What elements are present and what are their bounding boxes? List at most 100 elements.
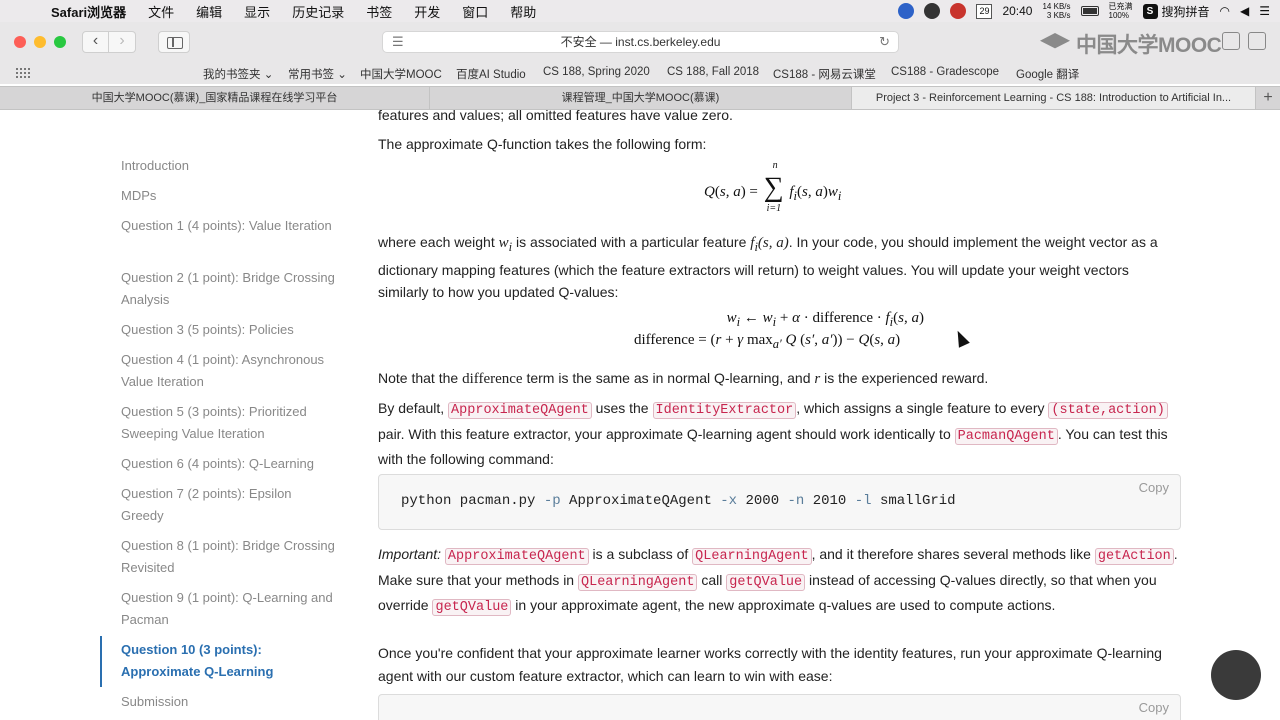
forward-button[interactable]: ›	[109, 31, 136, 53]
zoom-window-button[interactable]	[54, 36, 66, 48]
bookmark-cs188-netease[interactable]: CS188 - 网易云课堂	[773, 66, 876, 82]
menu-window[interactable]: 窗口	[451, 2, 499, 21]
sidebar-item-q2[interactable]: Question 2 (1 point): Bridge Crossing An…	[121, 267, 336, 311]
reload-icon[interactable]: ↻	[879, 32, 890, 52]
bookmark-ai-studio[interactable]: 百度AI Studio	[456, 66, 526, 82]
math-r: r	[814, 371, 821, 387]
sidebar-item-mdps[interactable]: MDPs	[121, 185, 336, 207]
minimize-window-button[interactable]	[34, 36, 46, 48]
close-window-button[interactable]	[14, 36, 26, 48]
mooc-logo-icon	[1040, 33, 1070, 49]
sidebar-item-q6[interactable]: Question 6 (4 points): Q-Learning	[121, 453, 336, 475]
copy-button-2[interactable]: Copy	[1139, 700, 1169, 715]
command-code-block: python pacman.py -p ApproximateQAgent -x…	[378, 474, 1181, 530]
battery-status: 已充满	[1108, 2, 1133, 11]
sidebar-item-q7[interactable]: Question 7 (2 points): Epsilon Greedy	[121, 483, 336, 527]
main-content: features and values; all omitted feature…	[378, 107, 1183, 720]
macos-menu-bar: Safari浏览器 文件 编辑 显示 历史记录 书签 开发 窗口 帮助 29 2…	[0, 0, 1280, 22]
network-speed: 14 KB/s 3 KB/s	[1042, 2, 1070, 20]
important-text-d: call	[701, 571, 723, 588]
important-text-f: in your approximate agent, the new appro…	[515, 597, 1056, 613]
weights-text-b: is associated with a particular feature	[516, 234, 747, 250]
menu-help[interactable]: 帮助	[499, 2, 547, 21]
reader-mode-icon[interactable]: ☰	[392, 32, 404, 52]
sidebar-item-q5[interactable]: Question 5 (3 points): Prioritized Sweep…	[121, 401, 336, 445]
cmd-arg-layout: smallGrid	[871, 493, 956, 509]
floating-action-button[interactable]	[1211, 650, 1261, 700]
sidebar-toggle-icon[interactable]	[158, 31, 190, 53]
mooc-watermark: 中国大学MOOC	[1040, 29, 1222, 59]
pen-tool-icon[interactable]	[924, 3, 941, 19]
update-formula-difference: difference = (r + γ maxa′ Q (s′, a′)) − …	[634, 332, 901, 351]
code-pacman-q-agent: PacmanQAgent	[954, 427, 1058, 445]
favorites-grid-icon[interactable]	[16, 68, 30, 78]
nav-buttons: ‹ ›	[82, 31, 136, 53]
menu-view[interactable]: 显示	[233, 2, 281, 21]
back-button[interactable]: ‹	[82, 31, 109, 53]
sidebar-item-introduction[interactable]: Introduction	[121, 155, 336, 177]
clock-time[interactable]: 20:40	[1002, 4, 1032, 18]
code-get-action: getAction	[1094, 548, 1174, 565]
url-text: 不安全 — inst.cs.berkeley.edu	[560, 35, 721, 49]
bookmark-mooc[interactable]: 中国大学MOOC	[360, 66, 442, 82]
bookmark-common[interactable]: 常用书签 ⌄	[288, 66, 347, 82]
menu-edit[interactable]: 编辑	[185, 2, 233, 21]
safari-toolbar: ‹ › ☰ 不安全 — inst.cs.berkeley.edu ↻ 中国大学M…	[0, 22, 1280, 62]
sidebar-item-q8[interactable]: Question 8 (1 point): Bridge Crossing Re…	[121, 535, 336, 579]
sidebar-item-q1[interactable]: Question 1 (4 points): Value Iteration	[121, 215, 336, 237]
new-tab-button[interactable]: +	[1256, 87, 1280, 109]
weights-text-a: where each weight	[378, 234, 495, 250]
code-get-q-value-2: getQValue	[432, 599, 512, 616]
menu-app-name[interactable]: Safari浏览器	[40, 2, 137, 21]
bookmarks-bar: 我的书签夹 ⌄ 常用书签 ⌄ 中国大学MOOC 百度AI Studio CS 1…	[0, 62, 1280, 84]
window-controls	[14, 36, 66, 48]
calendar-icon[interactable]: 29	[976, 3, 993, 19]
sidebar-item-q10[interactable]: Question 10 (3 points): Approximate Q-Le…	[121, 639, 336, 683]
ime-label: 搜狗拼音	[1161, 4, 1210, 19]
address-bar[interactable]: ☰ 不安全 — inst.cs.berkeley.edu ↻	[382, 31, 899, 53]
wifi-icon[interactable]: ◠	[1220, 4, 1230, 18]
code-state-action: (state,action)	[1048, 402, 1168, 419]
record-icon[interactable]	[950, 3, 967, 19]
sidebar-item-submission[interactable]: Submission	[121, 691, 336, 713]
menu-file[interactable]: 文件	[137, 2, 185, 21]
paragraph-default-extractor: By default, ApproximateQAgent uses the I…	[378, 397, 1178, 471]
tabs-overview-icon[interactable]	[1248, 32, 1266, 50]
default-text-a: By default,	[378, 400, 445, 416]
sidebar-item-q3[interactable]: Question 3 (5 points): Policies	[121, 319, 336, 341]
sidebar-item-q4[interactable]: Question 4 (1 point): Asynchronous Value…	[121, 349, 336, 393]
sidebar-item-q9[interactable]: Question 9 (1 point): Q-Learning and Pac…	[121, 587, 336, 631]
menu-bookmarks[interactable]: 书签	[355, 2, 403, 21]
copy-button[interactable]: Copy	[1139, 480, 1169, 495]
paragraph-q-function-intro: The approximate Q-function takes the fol…	[378, 136, 707, 152]
command-text[interactable]: python pacman.py -p ApproximateQAgent -x…	[401, 493, 956, 509]
bookmark-google-translate[interactable]: Google 翻译	[1016, 66, 1079, 82]
control-center-icon[interactable]: ☰	[1259, 4, 1270, 18]
math-wi: wi	[498, 235, 513, 254]
code-get-q-value: getQValue	[726, 573, 806, 591]
share-icon[interactable]	[1222, 32, 1240, 50]
note-text-a: Note that the	[378, 370, 459, 386]
menu-develop[interactable]: 开发	[403, 2, 451, 21]
toolbar-right-buttons	[1222, 32, 1266, 50]
bookmark-cs188-gradescope[interactable]: CS188 - Gradescope	[891, 66, 999, 78]
bookmark-cs188-fall2018[interactable]: CS 188, Fall 2018	[667, 66, 759, 78]
code-q-learning-agent: QLearningAgent	[692, 548, 812, 565]
math-fi: fi(s, a)	[750, 235, 789, 254]
project-sidebar-nav: Introduction MDPs Question 1 (4 points):…	[100, 110, 350, 720]
menu-history[interactable]: 历史记录	[281, 2, 355, 21]
volume-icon[interactable]: ◀	[1240, 4, 1249, 18]
code-q-learning-agent-2: QLearningAgent	[578, 573, 698, 591]
bluetooth-icon[interactable]	[898, 3, 915, 19]
net-up: 14 KB/s	[1042, 2, 1071, 11]
battery-text: 已充满 100%	[1109, 2, 1133, 20]
battery-icon[interactable]	[1080, 6, 1099, 16]
paragraph-custom-extractor: Once you're confident that your approxim…	[378, 645, 1162, 684]
bookmark-my-folder[interactable]: 我的书签夹 ⌄	[203, 66, 273, 82]
q-function-formula: Q(s, a) = ∑ n i=1 fi(s, a)wi	[704, 160, 842, 214]
code-approximate-q-agent-2: ApproximateQAgent	[444, 548, 589, 565]
tab-mooc-home[interactable]: 中国大学MOOC(慕课)_国家精品课程在线学习平台	[0, 87, 430, 109]
battery-percent: 100%	[1108, 11, 1129, 20]
bookmark-cs188-spring2020[interactable]: CS 188, Spring 2020	[543, 66, 650, 78]
input-method[interactable]: S 搜狗拼音	[1142, 3, 1210, 20]
